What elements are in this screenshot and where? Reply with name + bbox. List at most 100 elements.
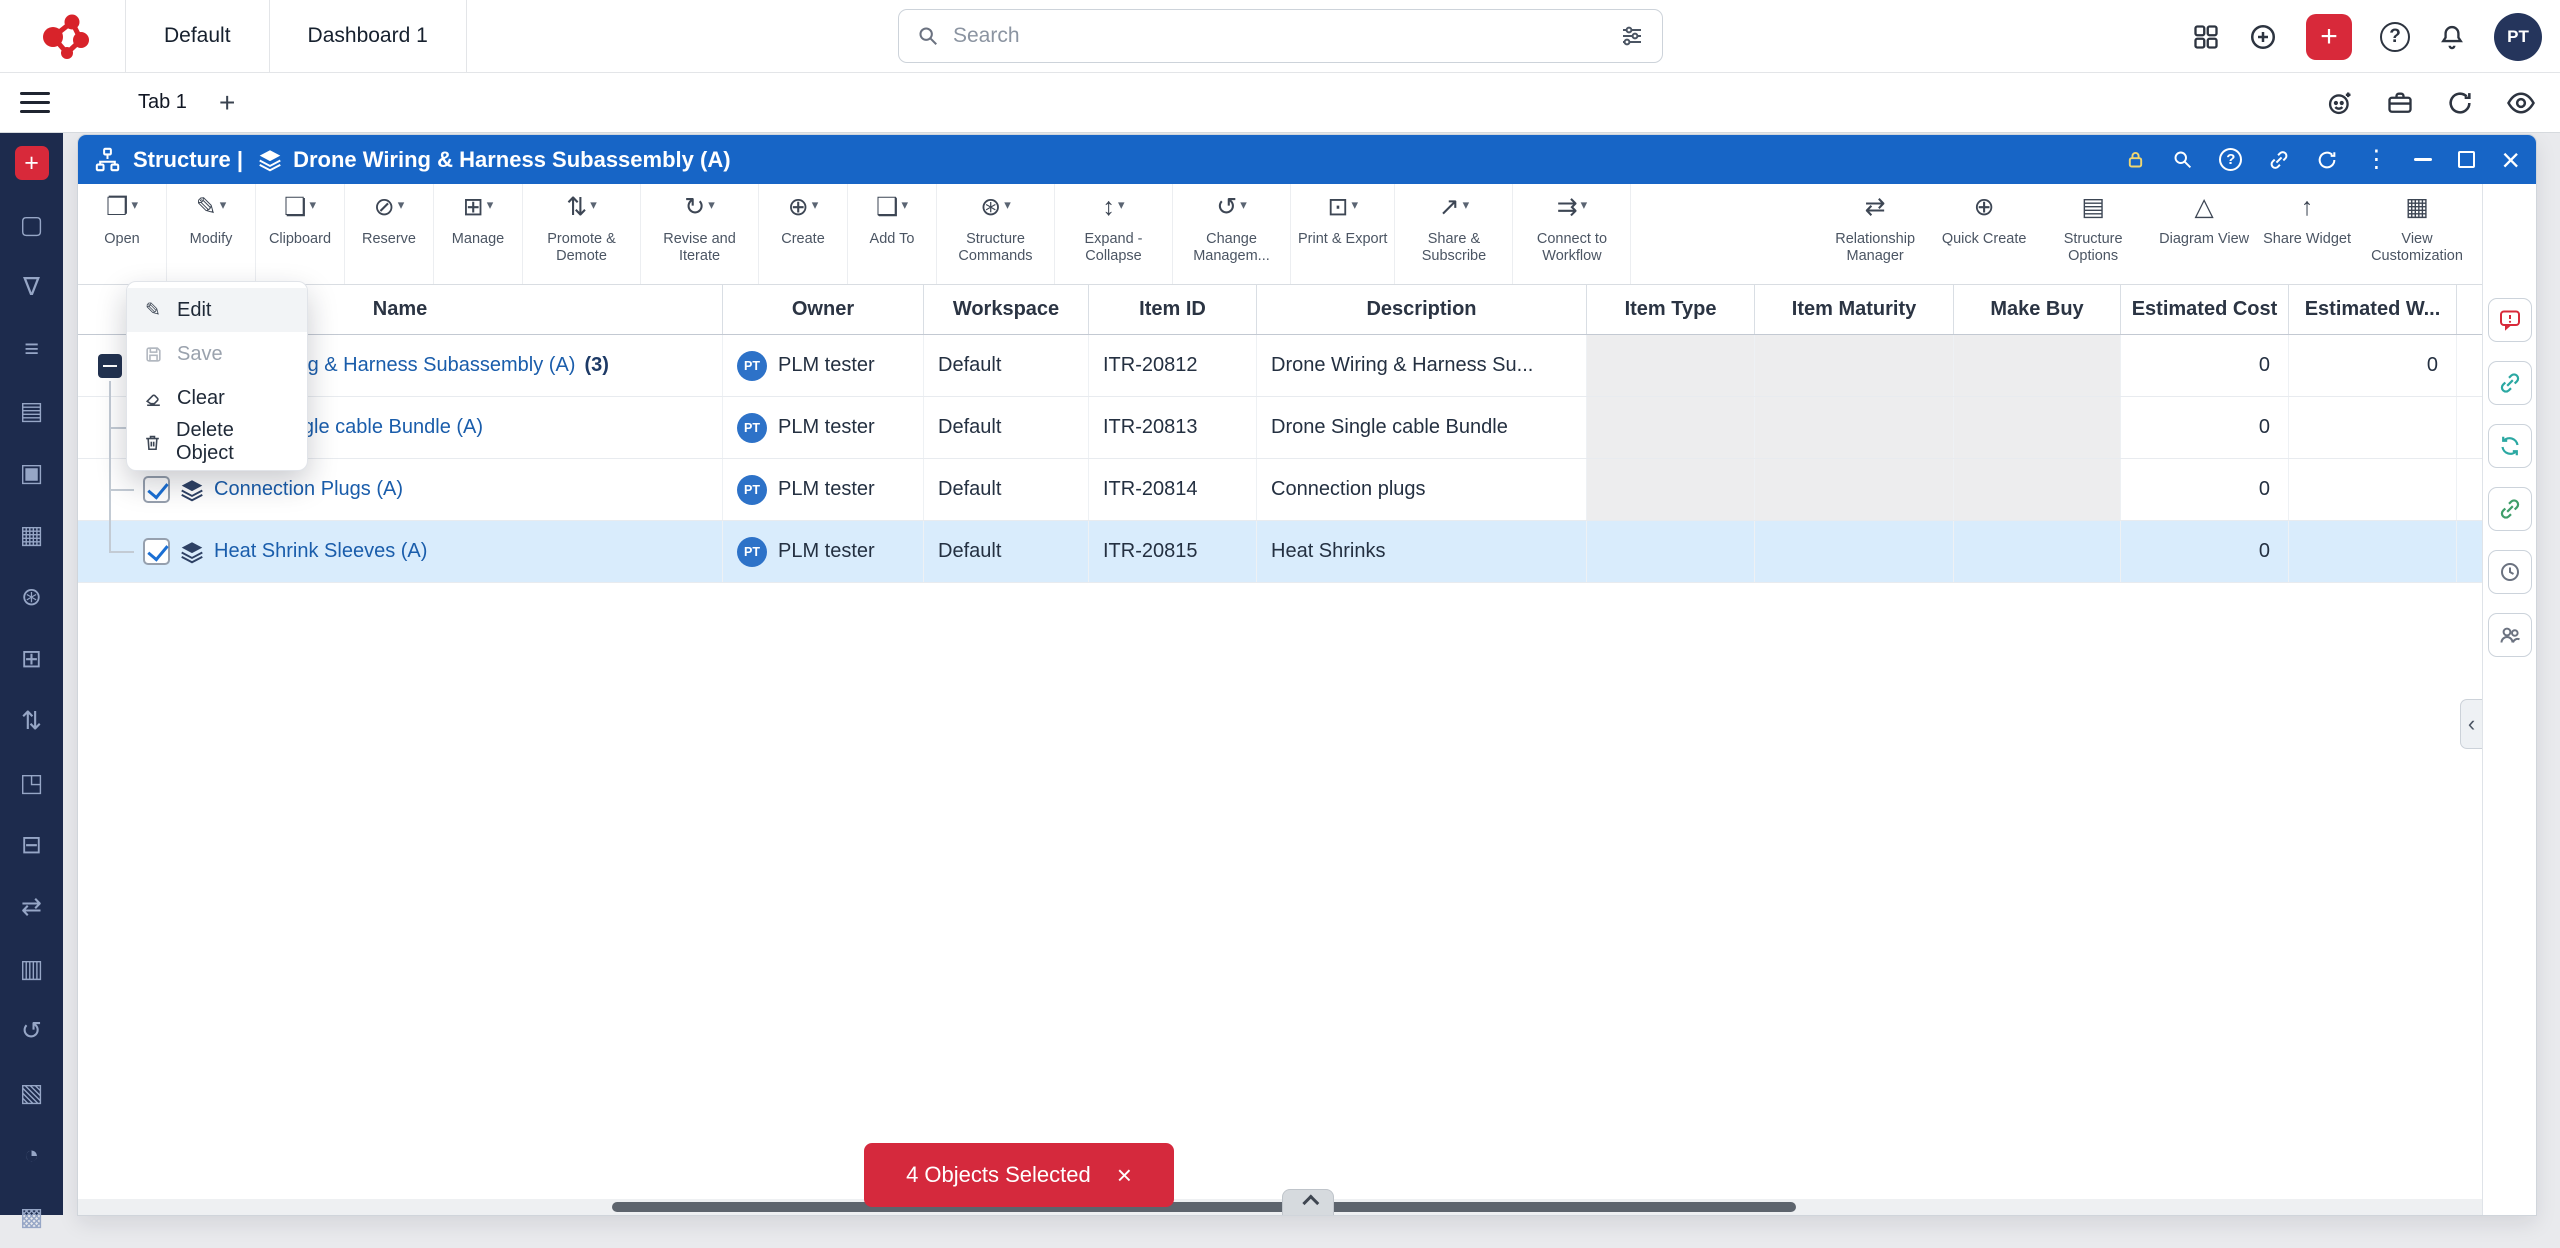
table-row[interactable]: Drone Wiring & Harness Subassembly (A) (…: [78, 335, 2482, 397]
references-icon[interactable]: [2488, 487, 2532, 531]
horizontal-scrollbar[interactable]: [78, 1199, 2482, 1215]
help-icon[interactable]: ?: [2380, 22, 2410, 52]
toolbar-share-widget-button[interactable]: ↑ Share Widget: [2256, 184, 2358, 284]
tab-default[interactable]: Default: [125, 0, 269, 72]
column-header-item-maturity[interactable]: Item Maturity: [1755, 285, 1954, 334]
hamburger-menu-icon[interactable]: [20, 86, 50, 119]
column-header-item-id[interactable]: Item ID: [1089, 285, 1257, 334]
table-row[interactable]: Drone Single cable Bundle (A) PTPLM test…: [78, 397, 2482, 459]
column-header-estimated-w[interactable]: Estimated W...: [2289, 285, 2457, 334]
toolbar-modify-button[interactable]: ✎▾ Modify: [167, 184, 256, 284]
refresh-icon[interactable]: [2446, 89, 2474, 117]
toolbar-promote-demote-button[interactable]: ⇅▾ Promote & Demote: [523, 184, 641, 284]
toolbar-quick-create-button[interactable]: ⊕ Quick Create: [1934, 184, 2034, 284]
table-row[interactable]: Heat Shrink Sleeves (A) PTPLM tester Def…: [78, 521, 2482, 583]
minimize-icon[interactable]: [2414, 158, 2432, 161]
structure-settings-icon[interactable]: ⊛: [0, 566, 63, 628]
add-tab-button[interactable]: +: [219, 89, 235, 117]
grid-icon[interactable]: ⊞: [0, 628, 63, 690]
gauge-icon[interactable]: ◔: [0, 1124, 63, 1186]
column-header-make-buy[interactable]: Make Buy: [1954, 285, 2121, 334]
global-search[interactable]: [898, 9, 1663, 63]
table-icon[interactable]: ▦: [0, 504, 63, 566]
collaboration-icon[interactable]: [2488, 613, 2532, 657]
archive-icon[interactable]: ⊟: [0, 814, 63, 876]
toolbar-connect-workflow-button[interactable]: ⇉▾ Connect to Workflow: [1513, 184, 1631, 284]
report-icon[interactable]: ▥: [0, 938, 63, 1000]
visibility-icon[interactable]: [2506, 88, 2536, 118]
sort-icon[interactable]: ⇅: [0, 690, 63, 752]
chart-icon[interactable]: ▧: [0, 1062, 63, 1124]
table-row[interactable]: Connection Plugs (A) PTPLM tester Defaul…: [78, 459, 2482, 521]
history-icon[interactable]: [2488, 550, 2532, 594]
menu-item-delete-object[interactable]: Delete Object: [127, 420, 307, 464]
item-link[interactable]: Connection Plugs (A): [214, 478, 403, 501]
history-icon[interactable]: ↺: [0, 1000, 63, 1062]
search-input[interactable]: [953, 24, 1606, 48]
row-checkbox[interactable]: [143, 538, 170, 565]
toolbar-revise-iterate-button[interactable]: ↻▾ Revise and Iterate: [641, 184, 759, 284]
close-icon[interactable]: ×: [2501, 144, 2520, 176]
toolbar-relationship-manager-button[interactable]: ⇄ Relationship Manager: [1816, 184, 1934, 284]
column-header-description[interactable]: Description: [1257, 285, 1587, 334]
search-icon[interactable]: [2172, 149, 2193, 170]
toolbar-create-button[interactable]: ⊕▾ Create: [759, 184, 848, 284]
module-icon[interactable]: ▩: [0, 1186, 63, 1248]
column-header-item-type[interactable]: Item Type: [1587, 285, 1755, 334]
document-icon[interactable]: ▤: [0, 380, 63, 442]
toolbar-share-subscribe-button[interactable]: ↗▾ Share & Subscribe: [1395, 184, 1513, 284]
search-filters-icon[interactable]: [1620, 24, 1644, 48]
panel-icon[interactable]: ▢: [0, 194, 63, 256]
sync-icon[interactable]: [2488, 424, 2532, 468]
issues-icon[interactable]: [2488, 298, 2532, 342]
menu-item-clear[interactable]: Clear: [127, 376, 307, 420]
help-icon[interactable]: ?: [2219, 148, 2242, 171]
swap-icon[interactable]: ⇄: [0, 876, 63, 938]
toolbar-change-management-button[interactable]: ↺▾ Change Managem...: [1173, 184, 1291, 284]
scroll-up-tab[interactable]: [1282, 1189, 1334, 1215]
toolbar-reserve-button[interactable]: ⊘▾ Reserve: [345, 184, 434, 284]
collapse-toggle-icon[interactable]: [98, 354, 122, 378]
flag-icon[interactable]: ◳: [0, 752, 63, 814]
column-header-owner[interactable]: Owner: [723, 285, 924, 334]
tab-1[interactable]: Tab 1: [128, 73, 197, 132]
more-icon[interactable]: ⋮: [2364, 148, 2388, 172]
scrollbar-thumb[interactable]: [612, 1202, 1796, 1212]
card-icon[interactable]: ▣: [0, 442, 63, 504]
row-checkbox[interactable]: [143, 476, 170, 503]
column-header-filler: [2457, 285, 2482, 334]
filter-icon[interactable]: ∇: [0, 256, 63, 318]
toolbar-diagram-view-button[interactable]: △ Diagram View: [2152, 184, 2256, 284]
column-header-estimated-cost[interactable]: Estimated Cost: [2121, 285, 2289, 334]
sidebar-add-button[interactable]: +: [15, 146, 49, 180]
close-icon[interactable]: ×: [1117, 1162, 1132, 1188]
app-logo[interactable]: [0, 0, 125, 72]
toolbar-print-export-button[interactable]: ⊡▾ Print & Export: [1291, 184, 1395, 284]
maximize-icon[interactable]: [2458, 151, 2475, 168]
add-circle-icon[interactable]: [2248, 22, 2278, 52]
toolbar-structure-options-button[interactable]: ▤ Structure Options: [2034, 184, 2152, 284]
briefcase-icon[interactable]: [2386, 89, 2414, 117]
user-avatar[interactable]: PT: [2494, 13, 2542, 61]
panel-collapse-tab[interactable]: ‹: [2460, 699, 2482, 749]
notifications-icon[interactable]: [2438, 23, 2466, 51]
toolbar-view-customization-button[interactable]: ▦ View Customization: [2358, 184, 2476, 284]
link-icon[interactable]: [2268, 149, 2290, 171]
column-header-workspace[interactable]: Workspace: [924, 285, 1089, 334]
tab-dashboard-1[interactable]: Dashboard 1: [269, 0, 467, 72]
toolbar-clipboard-button[interactable]: ❏▾ Clipboard: [256, 184, 345, 284]
menu-item-edit[interactable]: ✎ Edit: [127, 288, 307, 332]
list-icon[interactable]: ≡: [0, 318, 63, 380]
menu-item-save[interactable]: Save: [127, 332, 307, 376]
toolbar-structure-commands-button[interactable]: ⊛▾ Structure Commands: [937, 184, 1055, 284]
link-icon[interactable]: [2488, 361, 2532, 405]
toolbar-manage-button[interactable]: ⊞▾ Manage: [434, 184, 523, 284]
toolbar-add-to-button[interactable]: ❑▾ Add To: [848, 184, 937, 284]
quick-add-button[interactable]: +: [2306, 14, 2352, 60]
feedback-icon[interactable]: [2326, 89, 2354, 117]
toolbar-open-button[interactable]: ❐▾ Open: [78, 184, 167, 284]
refresh-icon[interactable]: [2316, 149, 2338, 171]
grid-icon[interactable]: [2192, 23, 2220, 51]
item-link[interactable]: Heat Shrink Sleeves (A): [214, 540, 427, 563]
toolbar-expand-collapse-button[interactable]: ↕▾ Expand - Collapse: [1055, 184, 1173, 284]
